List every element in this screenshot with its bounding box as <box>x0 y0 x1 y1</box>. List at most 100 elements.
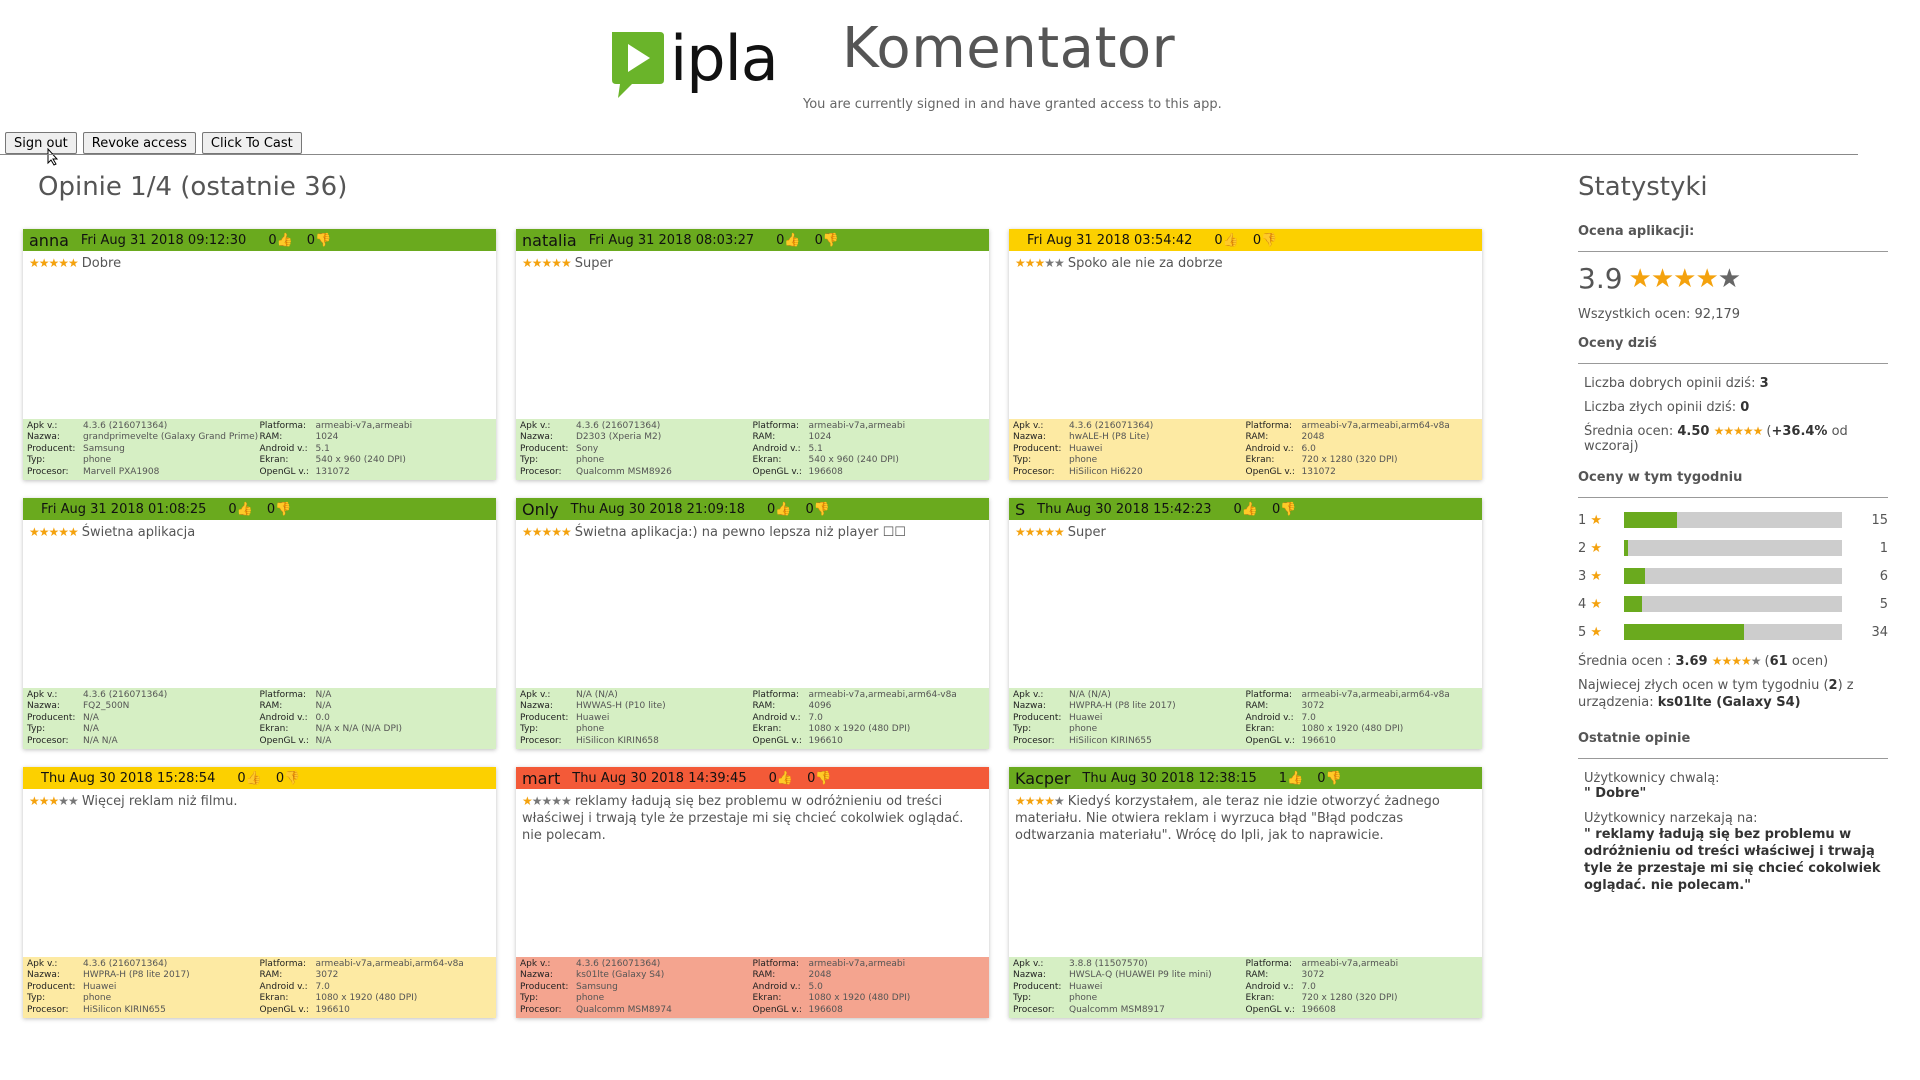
review-date: Thu Aug 30 2018 12:38:15 <box>1082 770 1257 786</box>
week-rating-bars: 1 ★ 15 2 ★ 13 ★ 64 ★ 55 ★ 34 <box>1578 506 1888 646</box>
review-likes: 0👍 <box>767 501 792 517</box>
review-dislikes: 0👎 <box>805 501 830 517</box>
review-stars: ★★★★★ <box>1015 256 1065 270</box>
thumbs-down-icon: 👎 <box>1325 770 1342 786</box>
bar-count: 6 <box>1879 568 1888 584</box>
review-body: ★★★★★ Świetna aplikacja:) na pewno lepsza… <box>516 520 989 676</box>
review-header: S Thu Aug 30 2018 15:42:23 0👍 0👎 <box>1009 498 1482 520</box>
review-likes: 0👍 <box>776 232 801 248</box>
review-header: Only Thu Aug 30 2018 21:09:18 0👍 0👎 <box>516 498 989 520</box>
sign-out-button[interactable]: Sign out <box>5 132 77 154</box>
review-body: ★★★★★ Więcej reklam niż filmu. <box>23 789 496 945</box>
review-stars: ★★★★★ <box>522 794 572 808</box>
device-info: Apk v.: 4.3.6 (216071364) Nazwa: FQ2_500N … <box>23 688 496 749</box>
review-header: mart Thu Aug 30 2018 14:39:45 0👍 0👎 <box>516 767 989 789</box>
overall-rating-value: 3.9 <box>1578 262 1623 295</box>
complain-label: Użytkownicy narzekają na: <box>1584 811 1758 826</box>
review-user: anna <box>29 230 69 250</box>
review-stars: ★★★★★ <box>29 794 79 808</box>
review-likes: 0👍 <box>268 232 293 248</box>
bar-count: 15 <box>1871 512 1888 528</box>
bar-label: 4 ★ <box>1578 596 1603 612</box>
review-date: Fri Aug 31 2018 08:03:27 <box>588 232 755 248</box>
bad-today: Liczba złych opinii dziś: 0 <box>1584 400 1750 415</box>
review-text: Świetna aplikacja:) na pewno lepsza niż … <box>574 525 906 540</box>
device-info: Apk v.: 3.8.8 (11507570) Nazwa: HWSLA-Q (H… <box>1009 957 1482 1018</box>
review-user: mart <box>522 768 561 788</box>
bar-track <box>1624 512 1842 528</box>
review-body: ★★★★★ Super <box>1009 520 1482 676</box>
device-info: Apk v.: 4.3.6 (216071364) Nazwa: grandprim… <box>23 419 496 480</box>
review-stars: ★★★★★ <box>1015 794 1065 808</box>
thumbs-down-icon: 👎 <box>822 232 840 248</box>
review-dislikes: 0👎 <box>1271 501 1297 517</box>
overall-rating-stars: ★★★★★ <box>1628 263 1742 294</box>
review-body: ★★★★★ Spoko ale nie za dobrze <box>1009 251 1482 407</box>
review-text: Dobre <box>81 256 122 271</box>
review-user: S <box>1015 499 1026 519</box>
logo-text: ipla <box>670 22 779 95</box>
review-card: natalia Fri Aug 31 2018 08:03:27 0👍 0👎 ★… <box>516 229 989 480</box>
review-dislikes: 0👎 <box>275 770 301 786</box>
thumbs-down-icon: 👎 <box>315 232 332 248</box>
device-info: Apk v.: N/A (N/A) Nazwa: HWWAS-H (P10 lite… <box>516 688 989 749</box>
device-info: Apk v.: 4.3.6 (216071364) Nazwa: D2303 (Xp… <box>516 419 989 480</box>
week-average: Średnia ocen : 3.69 ★★★★★ (61 ocen) <box>1578 654 1829 669</box>
review-card: anna Fri Aug 31 2018 09:12:30 0👍 0👎 ★★★★… <box>23 229 496 480</box>
thumbs-down-icon: 👎 <box>815 770 832 786</box>
thumbs-down-icon: 👎 <box>1280 501 1297 517</box>
review-card: Kacper Thu Aug 30 2018 12:38:15 1👍 0👎 ★★… <box>1009 767 1482 1018</box>
review-body: ★★★★★ Kiedyś korzystałem, ale teraz nie i… <box>1009 789 1482 945</box>
review-header: anna Fri Aug 31 2018 09:12:30 0👍 0👎 <box>23 229 496 251</box>
thumbs-down-icon: 👎 <box>1261 232 1278 248</box>
star-icon: ★ <box>1590 624 1603 640</box>
thumbs-up-icon: 👍 <box>776 770 794 786</box>
star-icon: ★ <box>1590 568 1603 584</box>
review-likes: 0👍 <box>228 501 253 517</box>
review-body: ★★★★★ Super <box>516 251 989 407</box>
review-card: Fri Aug 31 2018 03:54:42 0👍 0👎 ★★★★★ Spok… <box>1009 229 1482 480</box>
week-bar-row: 1 ★ 15 <box>1578 506 1888 534</box>
week-label: Oceny w tym tygodniu <box>1578 470 1743 485</box>
cast-button[interactable]: Click To Cast <box>201 132 302 154</box>
review-dislikes: 0👎 <box>306 232 332 248</box>
signed-in-message: You are currently signed in and have gra… <box>803 97 1222 112</box>
bar-count: 34 <box>1871 624 1888 640</box>
review-text: Spoko ale nie za dobrze <box>1067 256 1223 271</box>
header-divider <box>0 154 1858 155</box>
review-text: Świetna aplikacja <box>81 525 196 540</box>
overall-rating: 3.9 ★★★★★ <box>1578 262 1888 295</box>
star-icon: ★ <box>1590 540 1603 556</box>
revoke-access-button[interactable]: Revoke access <box>82 132 196 154</box>
good-today: Liczba dobrych opinii dziś: 3 <box>1584 376 1769 391</box>
device-info: Apk v.: N/A (N/A) Nazwa: HWPRA-H (P8 lite … <box>1009 688 1482 749</box>
review-dislikes: 0👎 <box>266 501 292 517</box>
review-body: ★★★★★ Świetna aplikacja <box>23 520 496 676</box>
complain-text: " reklamy ładują się bez problemu w odró… <box>1584 827 1881 893</box>
review-dislikes: 0👎 <box>1317 770 1342 786</box>
review-date: Thu Aug 30 2018 15:42:23 <box>1037 501 1212 517</box>
device-info: Apk v.: 4.3.6 (216071364) Nazwa: ks01lte (… <box>516 957 989 1018</box>
review-date: Thu Aug 30 2018 14:39:45 <box>572 770 747 786</box>
bar-fill <box>1624 512 1677 528</box>
mouse-cursor-icon <box>47 148 59 166</box>
thumbs-up-icon: 👍 <box>236 501 253 517</box>
review-likes: 0👍 <box>237 770 262 786</box>
thumbs-up-icon: 👍 <box>775 501 792 517</box>
review-likes: 0👍 <box>1233 501 1258 517</box>
star-icon: ★ <box>1590 512 1603 528</box>
review-body: ★★★★★ Dobre <box>23 251 496 407</box>
review-date: Fri Aug 31 2018 01:08:25 <box>41 501 207 517</box>
review-text: Kiedyś korzystałem, ale teraz nie idzie … <box>1015 794 1440 843</box>
week-bar-row: 3 ★ 6 <box>1578 562 1888 590</box>
avg-today: Średnia ocen: 4.50 ★★★★★ (+36.4% od wczor… <box>1584 424 1848 454</box>
thumbs-up-icon: 👍 <box>276 232 293 248</box>
thumbs-down-icon: 👎 <box>813 501 830 517</box>
ipla-logo: ipla <box>608 28 779 100</box>
review-user: natalia <box>522 230 577 250</box>
review-body: ★★★★★ reklamy ładują się bez problemu w o… <box>516 789 989 945</box>
review-card: Thu Aug 30 2018 15:28:54 0👍 0👎 ★★★★★ Więc… <box>23 767 496 1018</box>
review-header: Thu Aug 30 2018 15:28:54 0👍 0👎 <box>23 767 496 789</box>
review-user: Kacper <box>1015 768 1071 788</box>
thumbs-up-icon: 👍 <box>245 770 262 786</box>
